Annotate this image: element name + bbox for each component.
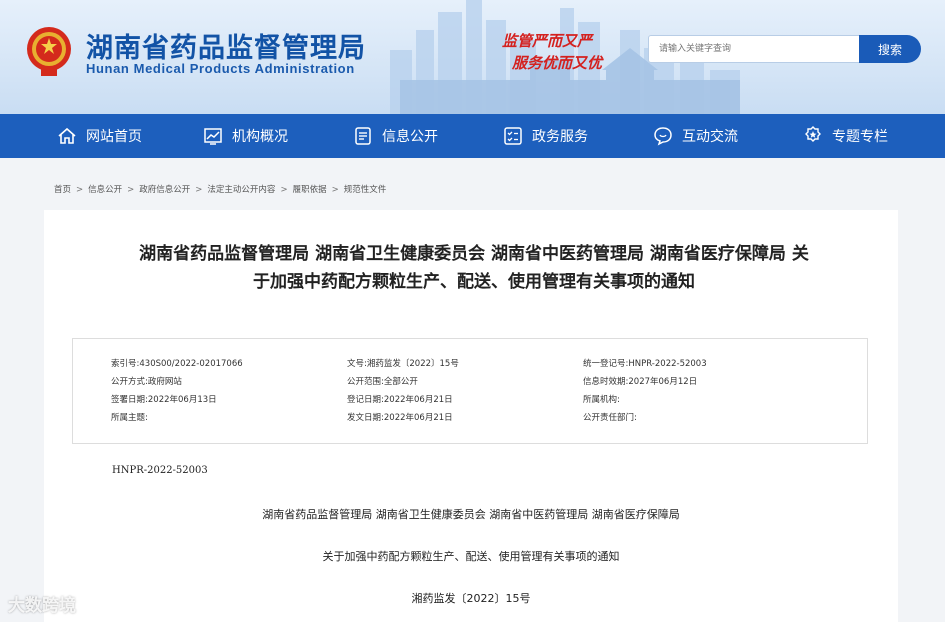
meta-row: 签署日期:2022年06月13日 登记日期:2022年06月21日 所属机构: xyxy=(73,393,869,409)
site-title: 湖南省药品监督管理局 xyxy=(86,33,366,64)
document-meta-table: 索引号:430S00/2022-02017066 文号:湘药监发〔2022〕15… xyxy=(72,338,868,444)
nav-item-label: 政务服务 xyxy=(532,129,588,145)
nav-item-info[interactable]: 信息公开 xyxy=(320,114,470,158)
breadcrumb-link[interactable]: 信息公开 xyxy=(88,185,122,195)
page-title: 湖南省药品监督管理局 湖南省卫生健康委员会 湖南省中医药管理局 湖南省医疗保障局… xyxy=(74,240,874,296)
nav-item-label: 网站首页 xyxy=(86,129,142,145)
breadcrumb: 首页 > 信息公开 > 政府信息公开 > 法定主动公开内容 > 履职依据 > 规范性文件 xyxy=(54,183,386,195)
nav-item-label: 信息公开 xyxy=(382,129,438,145)
chat-icon xyxy=(652,125,674,147)
meta-signed: 签署日期:2022年06月13日 xyxy=(111,395,217,405)
breadcrumb-link[interactable]: 履职依据 xyxy=(293,185,327,195)
breadcrumb-link[interactable]: 规范性文件 xyxy=(344,185,387,195)
meta-row: 所属主题: 发文日期:2022年06月21日 公开责任部门: xyxy=(73,411,869,427)
document-code: HNPR-2022-52003 xyxy=(112,465,208,476)
search-input[interactable] xyxy=(648,35,860,63)
breadcrumb-link[interactable]: 政府信息公开 xyxy=(139,185,190,195)
title-line-2: 于加强中药配方颗粒生产、配送、使用管理有关事项的通知 xyxy=(253,272,695,292)
meta-unified-no: 统一登记号:HNPR-2022-52003 xyxy=(583,359,707,369)
breadcrumb-separator: > xyxy=(195,185,203,195)
breadcrumb-link[interactable]: 法定主动公开内容 xyxy=(207,185,275,195)
checklist-icon xyxy=(502,125,524,147)
site-header: 湖南省药品监督管理局 Hunan Medical Products Admini… xyxy=(0,0,945,114)
home-icon xyxy=(56,125,78,147)
nav-item-topics[interactable]: 专题专栏 xyxy=(770,114,920,158)
nav-item-home[interactable]: 网站首页 xyxy=(0,114,170,158)
meta-row: 公开方式:政府网站 公开范围:全部公开 信息时效期:2027年06月12日 xyxy=(73,375,869,391)
meta-valid: 信息时效期:2027年06月12日 xyxy=(583,377,698,387)
nav-item-interaction[interactable]: 互动交流 xyxy=(620,114,770,158)
nav-item-label: 机构概况 xyxy=(232,129,288,145)
breadcrumb-link[interactable]: 首页 xyxy=(54,185,71,195)
meta-index-no: 索引号:430S00/2022-02017066 xyxy=(111,359,243,369)
meta-doc-no: 文号:湘药监发〔2022〕15号 xyxy=(347,359,459,369)
watermark: 大数跨境 xyxy=(8,596,76,616)
breadcrumb-separator: > xyxy=(331,185,339,195)
national-emblem-icon xyxy=(27,27,71,76)
nav-item-about[interactable]: 机构概况 xyxy=(170,114,320,158)
nav-item-services[interactable]: 政务服务 xyxy=(470,114,620,158)
slogan-line-1: 监管严而又严 xyxy=(502,32,593,50)
meta-row: 索引号:430S00/2022-02017066 文号:湘药监发〔2022〕15… xyxy=(73,357,869,373)
slogan-line-2: 服务优而又优 xyxy=(512,54,603,72)
document-issuers: 湖南省药品监督管理局 湖南省卫生健康委员会 湖南省中医药管理局 湖南省医疗保障局 xyxy=(262,508,680,521)
document-subtitle: 关于加强中药配方颗粒生产、配送、使用管理有关事项的通知 xyxy=(322,550,620,563)
document-icon xyxy=(352,125,374,147)
document-card: 湖南省药品监督管理局 湖南省卫生健康委员会 湖南省中医药管理局 湖南省医疗保障局… xyxy=(44,210,898,622)
meta-responsible: 公开责任部门: xyxy=(583,413,637,423)
meta-scope: 公开范围:全部公开 xyxy=(347,377,418,387)
meta-registered: 登记日期:2022年06月21日 xyxy=(347,395,453,405)
slogan: 监管严而又严 服务优而又优 xyxy=(502,30,642,74)
breadcrumb-separator: > xyxy=(76,185,84,195)
nav-item-label: 专题专栏 xyxy=(832,129,888,145)
meta-topic: 所属主题: xyxy=(111,413,148,423)
chart-icon xyxy=(202,125,224,147)
meta-issued: 发文日期:2022年06月21日 xyxy=(347,413,453,423)
search-button[interactable]: 搜索 xyxy=(859,35,921,63)
site-title-en: Hunan Medical Products Administration xyxy=(86,61,355,76)
title-line-1: 湖南省药品监督管理局 湖南省卫生健康委员会 湖南省中医药管理局 湖南省医疗保障局… xyxy=(139,244,809,264)
nav-item-label: 互动交流 xyxy=(682,129,738,145)
main-nav: 网站首页 机构概况 信息公开 政务服务 互动交流 专题专栏 xyxy=(0,114,945,158)
breadcrumb-separator: > xyxy=(127,185,135,195)
badge-icon xyxy=(802,125,824,147)
breadcrumb-separator: > xyxy=(280,185,288,195)
document-number: 湘药监发〔2022〕15号 xyxy=(411,592,531,605)
meta-agency: 所属机构: xyxy=(583,395,620,405)
meta-method: 公开方式:政府网站 xyxy=(111,377,182,387)
